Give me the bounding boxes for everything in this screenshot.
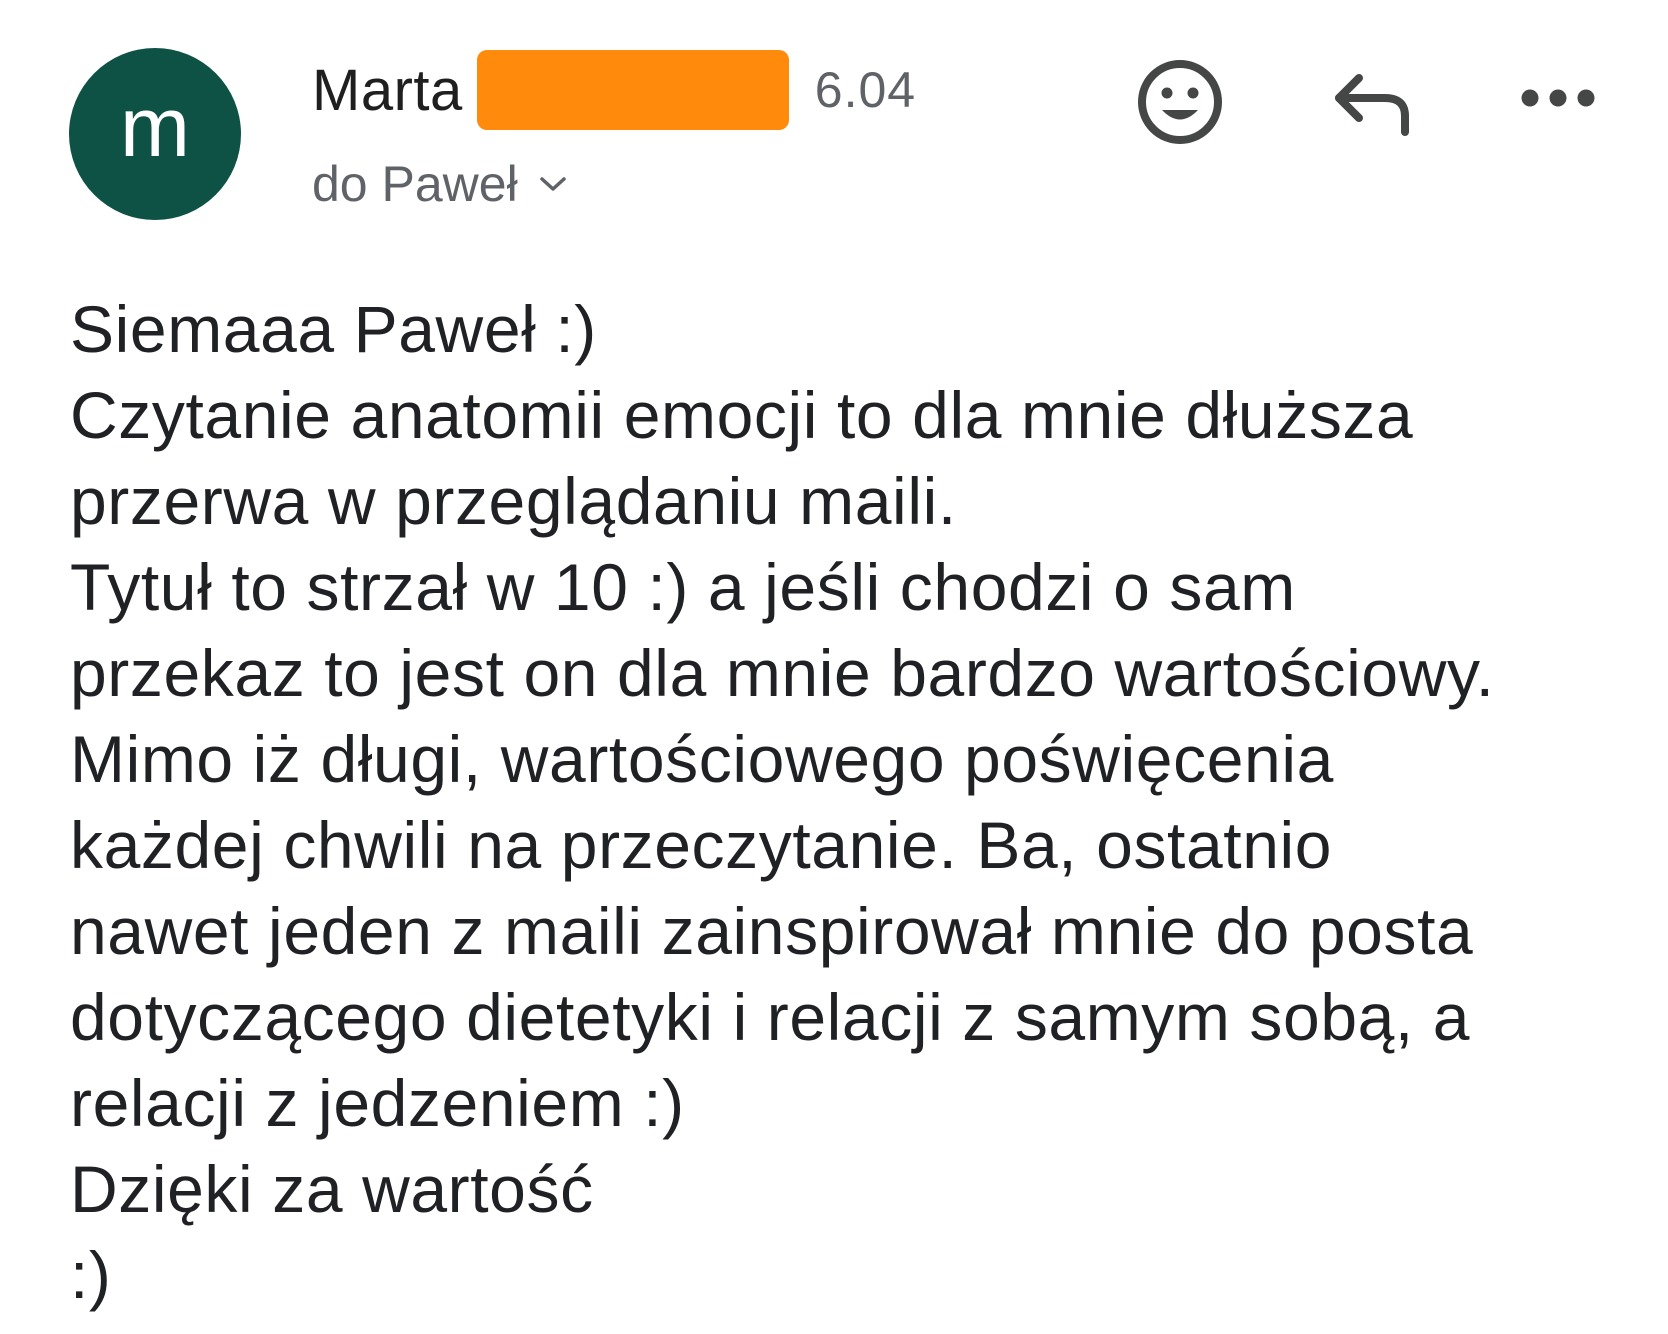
body-line: relacji z jedzeniem :) — [70, 1066, 685, 1140]
body-line: przekaz to jest on dla mnie bardzo warto… — [70, 636, 1495, 710]
body-line: każdej chwili na przeczytanie. Ba, ostat… — [70, 808, 1333, 882]
email-date: 6.04 — [814, 62, 917, 118]
body-line: przerwa w przeglądaniu maili. — [70, 464, 957, 538]
reply-icon[interactable] — [1326, 62, 1416, 146]
redaction-block — [476, 50, 789, 130]
sender-row: Marta 6.04 — [312, 48, 916, 132]
body-line-signoff: :) — [70, 1238, 112, 1312]
recipient-row[interactable]: do Paweł — [312, 152, 568, 216]
email-header: m Marta 6.04 do Paweł — [0, 0, 1668, 240]
body-line: Tytuł to strzał w 10 :) a jeśli chodzi o… — [70, 550, 1296, 624]
body-line-greeting: Siemaaa Paweł :) — [70, 292, 597, 366]
avatar[interactable]: m — [69, 48, 241, 220]
smiley-icon[interactable] — [1132, 54, 1228, 150]
email-body: Siemaaa Paweł :) Czytanie anatomii emocj… — [70, 286, 1650, 1318]
body-line: Mimo iż długi, wartościowego poświęcenia — [70, 722, 1334, 796]
chevron-down-icon[interactable] — [538, 169, 568, 199]
body-line: dotyczącego dietetyki i relacji z samym … — [70, 980, 1471, 1054]
sender-name[interactable]: Marta — [312, 57, 463, 124]
body-line: Czytanie anatomii emocji to dla mnie dłu… — [70, 378, 1414, 452]
body-line-thanks: Dzięki za wartość — [70, 1152, 594, 1226]
body-line: nawet jeden z maili zainspirował mnie do… — [70, 894, 1474, 968]
more-horizontal-icon[interactable] — [1520, 76, 1596, 120]
recipient-label: do Paweł — [312, 156, 518, 212]
avatar-letter: m — [120, 80, 190, 174]
